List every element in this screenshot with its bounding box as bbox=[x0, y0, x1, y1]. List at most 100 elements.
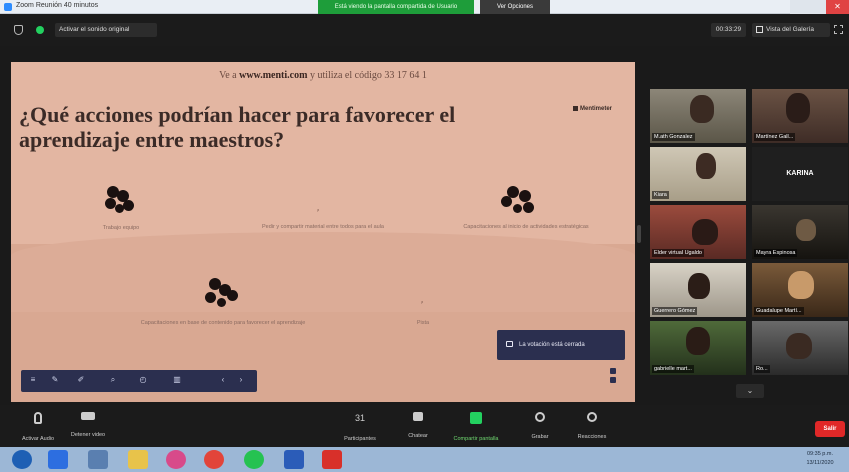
instructions-site: www.menti.com bbox=[239, 70, 308, 81]
window-title: Zoom Reunión 40 minutos bbox=[16, 2, 99, 9]
response-icon-cluster bbox=[205, 278, 245, 316]
response-label: Trabajo equipo bbox=[102, 225, 140, 231]
gallery-view-label: Vista del Galería bbox=[766, 26, 814, 33]
start-button[interactable] bbox=[12, 450, 32, 469]
participant-name: KARINA bbox=[786, 170, 814, 177]
timer-icon[interactable]: ◴ bbox=[137, 374, 149, 386]
microphone-muted-icon bbox=[34, 412, 42, 424]
security-shield-icon[interactable] bbox=[14, 25, 23, 35]
next-icon[interactable]: › bbox=[235, 374, 247, 386]
minimize-button[interactable] bbox=[790, 0, 808, 14]
slide-side-icons[interactable] bbox=[610, 368, 618, 388]
unmute-label: Activar Audio bbox=[21, 436, 55, 442]
menu-icon[interactable]: ≡ bbox=[27, 374, 39, 386]
mentimeter-toolbar: ≡ ✎ ✐ ⌕ ◴ ▥ ‹ › bbox=[21, 370, 257, 392]
screen-share-banner: Está viendo la pantalla compartida de Us… bbox=[318, 0, 474, 14]
response-icon-cluster bbox=[501, 186, 541, 224]
participant-tile[interactable]: KARINA bbox=[752, 147, 848, 201]
chat-button[interactable]: Chatear bbox=[388, 410, 448, 442]
zoom-taskbar-icon[interactable] bbox=[48, 450, 68, 469]
reactions-button[interactable]: Reacciones bbox=[562, 410, 622, 442]
participant-name: Martínez Gall... bbox=[754, 133, 796, 141]
prev-icon[interactable]: ‹ bbox=[217, 374, 229, 386]
share-screen-icon bbox=[470, 412, 482, 424]
pdf-reader-icon[interactable] bbox=[322, 450, 342, 469]
stop-video-button[interactable]: Detener video bbox=[58, 410, 118, 442]
mentimeter-logo: Mentimeter bbox=[573, 106, 612, 112]
participant-name: Guerrero Gómez bbox=[652, 307, 698, 315]
taskbar-clock[interactable]: 09:35 p.m. 13/11/2020 bbox=[798, 450, 842, 468]
participant-tile[interactable]: Ro... bbox=[752, 321, 848, 375]
close-button[interactable]: ✕ bbox=[826, 0, 849, 14]
participant-tile[interactable]: gabrielle mart... bbox=[650, 321, 746, 375]
share-screen-button[interactable]: Compartir pantalla bbox=[446, 410, 506, 442]
response-label: Pedir y compartir material entre todos p… bbox=[262, 224, 384, 230]
response-mark: ⸗ bbox=[317, 208, 319, 214]
clock-date: 13/11/2020 bbox=[806, 460, 834, 466]
share-screen-label: Compartir pantalla bbox=[453, 436, 499, 442]
voting-closed-button[interactable]: La votación está cerrada bbox=[497, 330, 625, 360]
fullscreen-icon[interactable] bbox=[834, 25, 843, 34]
voting-closed-label: La votación está cerrada bbox=[519, 342, 585, 348]
participant-name: Elder virtual Ugaldo bbox=[652, 249, 704, 257]
media-app-icon[interactable] bbox=[166, 450, 186, 469]
instructions-code: y utiliza el código 33 17 64 1 bbox=[309, 70, 427, 81]
participant-tile[interactable]: M.ath Gonzalez bbox=[650, 89, 746, 143]
zoom-app-icon bbox=[4, 3, 12, 11]
chat-bubble-icon bbox=[413, 412, 423, 421]
split-view-handle[interactable] bbox=[637, 225, 641, 243]
clock-time: 09:35 p.m. bbox=[807, 451, 833, 457]
participant-name: Ro... bbox=[754, 365, 770, 373]
participant-tile[interactable]: Guerrero Gómez bbox=[650, 263, 746, 317]
file-explorer-icon[interactable] bbox=[88, 450, 108, 469]
participant-name: Kiara bbox=[652, 191, 669, 199]
slide-wave bbox=[11, 232, 635, 312]
pen-icon[interactable]: ✐ bbox=[75, 374, 87, 386]
original-sound-dropdown[interactable]: Activar el sonido original bbox=[55, 23, 157, 37]
participants-icon: 31 bbox=[354, 413, 365, 423]
whatsapp-icon[interactable] bbox=[244, 450, 264, 469]
word-icon[interactable] bbox=[284, 450, 304, 469]
maximize-button[interactable] bbox=[808, 0, 826, 14]
response-mark: ⸗ bbox=[421, 300, 423, 306]
participants-label: Participantes bbox=[344, 436, 376, 442]
video-camera-icon bbox=[81, 412, 95, 420]
slide-question: ¿Qué acciones podrían hacer para favorec… bbox=[19, 102, 456, 152]
participants-button[interactable]: 31 Participantes bbox=[330, 410, 390, 442]
shared-screen-slide: Ve a www.menti.com y utiliza el código 3… bbox=[11, 62, 635, 402]
response-label: Pista bbox=[416, 320, 430, 326]
more-participants-chevron-icon[interactable]: ⌄ bbox=[736, 384, 764, 398]
folder-icon[interactable] bbox=[128, 450, 148, 469]
participant-name: M.ath Gonzalez bbox=[652, 133, 695, 141]
chrome-icon[interactable] bbox=[204, 450, 224, 469]
participant-name: Mayra Espinosa bbox=[754, 249, 798, 257]
participant-tile[interactable]: Elder virtual Ugaldo bbox=[650, 205, 746, 259]
participant-tile-active-speaker[interactable]: Kiara bbox=[650, 147, 746, 201]
reactions-label: Reacciones bbox=[577, 434, 607, 440]
lock-icon bbox=[506, 341, 513, 347]
record-icon bbox=[535, 412, 545, 422]
response-label: Capacitaciones en base de contenido para… bbox=[140, 320, 306, 326]
chart-icon[interactable]: ▥ bbox=[171, 374, 183, 386]
smiley-icon bbox=[587, 412, 597, 422]
leave-meeting-button[interactable]: Salir bbox=[815, 421, 845, 437]
gallery-view-button[interactable]: Vista del Galería bbox=[752, 23, 830, 37]
meeting-timer: 00:33:29 bbox=[711, 23, 746, 37]
chat-label: Chatear bbox=[408, 433, 428, 439]
view-options-button[interactable]: Ver Opciones bbox=[480, 0, 550, 14]
search-icon[interactable]: ⌕ bbox=[107, 374, 119, 386]
slide-instructions: Ve a www.menti.com y utiliza el código 3… bbox=[11, 70, 635, 81]
record-label: Grabar bbox=[531, 434, 549, 440]
instructions-prefix: Ve a bbox=[219, 70, 237, 81]
stop-video-label: Detener video bbox=[70, 432, 106, 438]
grid-icon bbox=[756, 26, 763, 33]
participant-name: Guadalupe Martí... bbox=[754, 307, 804, 315]
participant-tile[interactable]: Guadalupe Martí... bbox=[752, 263, 848, 317]
connection-status-icon bbox=[36, 26, 44, 34]
participant-name: gabrielle mart... bbox=[652, 365, 694, 373]
record-button[interactable]: Grabar bbox=[510, 410, 570, 442]
participant-tile[interactable]: Mayra Espinosa bbox=[752, 205, 848, 259]
pencil-icon[interactable]: ✎ bbox=[49, 374, 61, 386]
response-icon-cluster bbox=[103, 184, 143, 222]
participant-tile[interactable]: Martínez Gall... bbox=[752, 89, 848, 143]
